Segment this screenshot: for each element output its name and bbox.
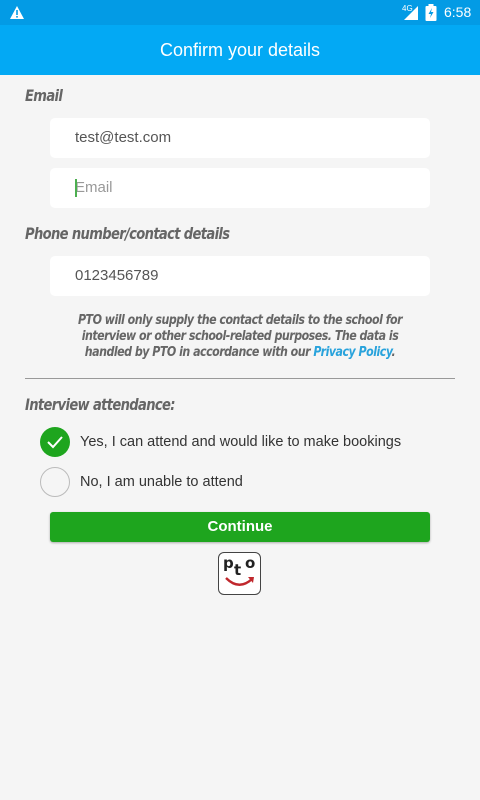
attend-no-radio[interactable] bbox=[40, 467, 70, 497]
confirm-email-placeholder: Email bbox=[75, 179, 113, 196]
attend-no-label[interactable]: No, I am unable to attend bbox=[80, 472, 243, 492]
privacy-notice-end: . bbox=[391, 345, 396, 360]
logo-letter-p: p bbox=[223, 554, 234, 572]
pto-logo: p t o bbox=[218, 552, 261, 595]
continue-button[interactable]: Continue bbox=[50, 512, 430, 542]
email-field[interactable]: test@test.com bbox=[50, 118, 430, 158]
phone-field[interactable]: 0123456789 bbox=[50, 256, 430, 296]
checkmark-icon bbox=[47, 436, 63, 449]
attend-yes-radio[interactable] bbox=[40, 427, 70, 457]
email-section-label: Email bbox=[25, 86, 63, 105]
battery-icon bbox=[425, 4, 437, 25]
attendance-section-label: Interview attendance: bbox=[25, 395, 176, 414]
phone-section-label: Phone number/contact details bbox=[25, 224, 230, 243]
privacy-policy-link[interactable]: Privacy Policy bbox=[313, 345, 392, 360]
privacy-notice: PTO will only supply the contact details… bbox=[40, 313, 440, 361]
page-title: Confirm your details bbox=[159, 40, 321, 60]
warning-icon bbox=[9, 5, 25, 24]
confirm-email-field[interactable]: Email bbox=[50, 168, 430, 208]
status-bar: 4G 6:58 bbox=[0, 0, 480, 25]
text-cursor bbox=[75, 179, 77, 197]
logo-letter-o: o bbox=[245, 554, 256, 572]
app-header: Confirm your details bbox=[0, 25, 480, 75]
signal-icon bbox=[403, 5, 419, 24]
status-time: 6:58 bbox=[444, 4, 472, 20]
logo-smile-icon bbox=[225, 577, 254, 586]
attend-yes-label[interactable]: Yes, I can attend and would like to make… bbox=[80, 432, 401, 452]
section-divider bbox=[25, 378, 455, 379]
